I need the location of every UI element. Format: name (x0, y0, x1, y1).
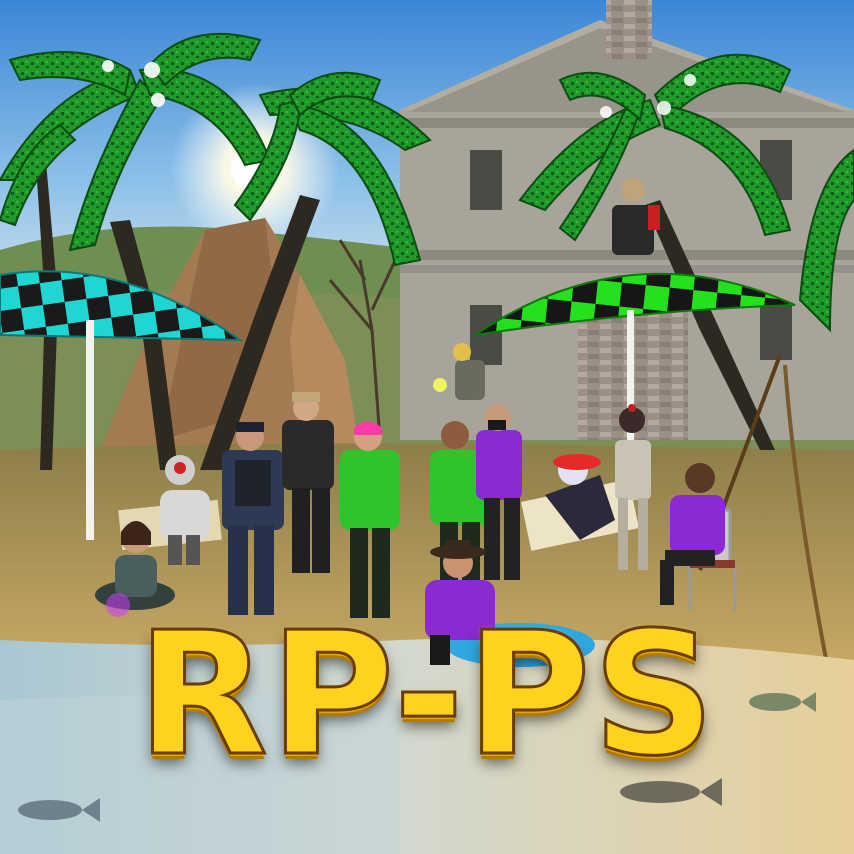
title-banner: RP-PS (0, 600, 854, 790)
game-scene: RP-PS (0, 0, 854, 854)
game-title: RP-PS (135, 596, 718, 794)
